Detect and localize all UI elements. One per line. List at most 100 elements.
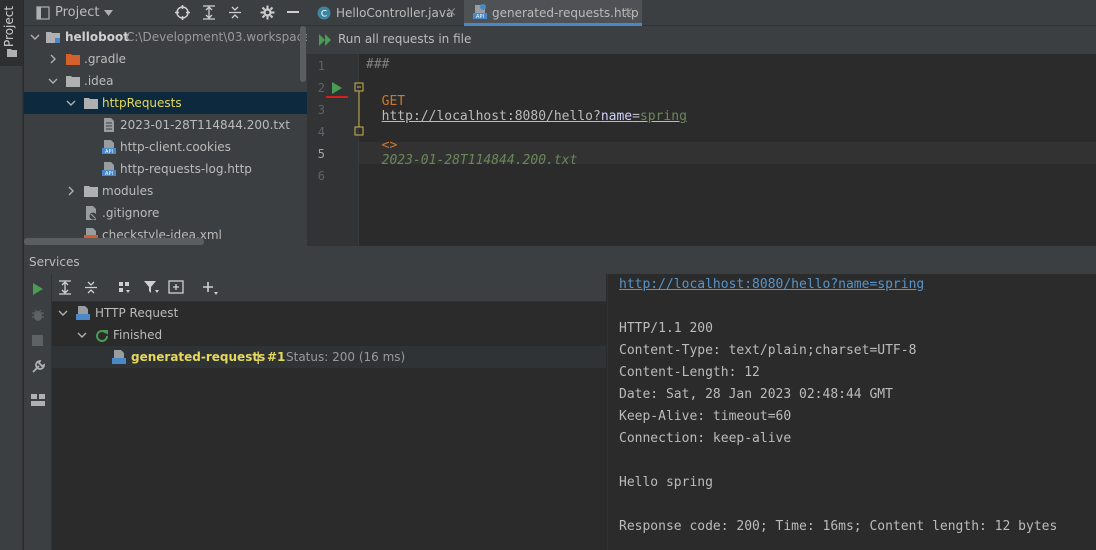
request-url[interactable]: http://localhost:8080/hello?name=spring xyxy=(382,109,687,124)
collapse-all-icon[interactable] xyxy=(84,280,98,295)
left-tool-strip xyxy=(0,0,23,550)
run-request-icon[interactable] xyxy=(331,82,343,94)
wrench-icon[interactable] xyxy=(31,360,45,374)
project-tool-window-tab[interactable]: Project xyxy=(0,0,23,66)
response-line: Date: Sat, 28 Jan 2023 02:48:44 GMT xyxy=(619,387,893,402)
svg-text:API: API xyxy=(105,171,113,176)
run-all-label: Run all requests in file xyxy=(338,32,472,46)
response-line: HTTP/1.1 200 xyxy=(619,321,713,336)
chevron-down-icon[interactable] xyxy=(30,32,40,42)
api-file-icon: API xyxy=(102,162,116,176)
new-tab-icon[interactable] xyxy=(168,280,184,295)
text-file-icon xyxy=(104,118,114,132)
filter-icon[interactable] xyxy=(144,280,159,295)
http-method: GET xyxy=(381,94,406,109)
param-value: spring xyxy=(639,109,687,124)
response-marker: <> xyxy=(381,138,398,153)
service-finished-group[interactable]: Finished xyxy=(52,324,606,346)
line-number: 4 xyxy=(317,125,325,139)
response-line: Content-Length: 12 xyxy=(619,365,760,380)
chevron-down-icon[interactable] xyxy=(66,98,76,108)
module-folder-icon xyxy=(46,32,60,43)
service-item-name: generated-requests xyxy=(131,350,266,364)
collapse-all-icon[interactable] xyxy=(228,5,242,20)
service-item-status: Status: 200 (16 ms) xyxy=(286,350,406,364)
tree-item-response-file[interactable]: 2023-01-28T114844.200.txt xyxy=(24,114,307,136)
url-base: http://localhost:8080/hello? xyxy=(381,109,601,124)
chevron-right-icon[interactable] xyxy=(48,54,58,64)
horizontal-scrollbar[interactable] xyxy=(24,238,204,245)
tree-item-requests-log[interactable]: API http-requests-log.http xyxy=(24,158,307,180)
gear-icon[interactable] xyxy=(260,5,275,20)
project-view-title[interactable]: Project xyxy=(55,5,99,20)
stop-icon[interactable] xyxy=(32,335,43,346)
tree-item-cookies[interactable]: API http-client.cookies xyxy=(24,136,307,158)
tree-item-label: http-client.cookies xyxy=(120,140,231,154)
response-line: Connection: keep-alive xyxy=(619,431,792,446)
services-title: Services xyxy=(29,255,80,269)
folder-icon xyxy=(84,98,98,109)
debug-icon[interactable] xyxy=(31,308,45,322)
service-label: HTTP Request xyxy=(95,306,179,320)
tree-item-label: .idea xyxy=(84,74,114,88)
tab-hello-controller[interactable]: C HelloController.java × xyxy=(307,0,463,26)
line-number: 1 xyxy=(317,59,325,73)
service-http-request[interactable]: HTTP Request xyxy=(52,302,606,324)
response-reference-line[interactable]: <> 2023-01-28T114844.200.txt xyxy=(366,123,578,168)
close-icon[interactable]: × xyxy=(446,0,457,26)
tab-label: HelloController.java xyxy=(336,6,454,20)
folder-icon xyxy=(7,49,17,57)
chevron-down-icon[interactable] xyxy=(77,330,87,340)
api-file-icon xyxy=(112,350,126,364)
tree-item-idea[interactable]: .idea xyxy=(24,70,307,92)
tree-item-httprequests[interactable]: httpRequests xyxy=(24,92,307,114)
response-url-link[interactable]: http://localhost:8080/hello?name=spring xyxy=(619,277,924,292)
tab-generated-requests[interactable]: API generated-requests.http × xyxy=(464,0,642,26)
project-header: Project xyxy=(24,0,307,26)
service-label: Finished xyxy=(113,328,163,342)
tree-item-helloboot[interactable]: helloboot C:\Development\03.workspace_ xyxy=(24,26,307,48)
chevron-right-icon[interactable] xyxy=(66,186,76,196)
tree-item-label: .gitignore xyxy=(102,206,160,220)
expand-all-icon[interactable] xyxy=(202,5,216,20)
tree-item-label: 2023-01-28T114844.200.txt xyxy=(120,118,290,132)
line-number: 3 xyxy=(317,103,325,117)
chevron-down-icon[interactable] xyxy=(104,10,113,16)
hide-panel-icon[interactable] xyxy=(287,11,299,14)
run-all-icon xyxy=(319,34,331,46)
request-separator: ### xyxy=(366,57,390,72)
project-tool-window-label: Project xyxy=(2,5,16,47)
tree-item-label: modules xyxy=(102,184,154,198)
api-file-icon xyxy=(76,306,90,320)
add-service-icon[interactable] xyxy=(202,281,218,296)
response-body: Hello spring xyxy=(619,475,713,490)
services-header: Services xyxy=(24,250,1096,274)
run-all-requests-button[interactable]: Run all requests in file xyxy=(317,32,477,50)
chevron-down-icon[interactable] xyxy=(48,76,58,86)
api-file-icon: API xyxy=(473,4,487,20)
expand-all-icon[interactable] xyxy=(58,280,72,295)
run-icon[interactable] xyxy=(32,283,44,295)
close-icon[interactable]: × xyxy=(623,0,634,26)
layout-icon[interactable] xyxy=(31,394,45,406)
fold-bracket-icon[interactable] xyxy=(354,82,364,136)
tree-item-modules[interactable]: modules xyxy=(24,180,307,202)
group-by-icon[interactable] xyxy=(118,281,132,295)
gitignore-file-icon xyxy=(86,206,97,220)
services-toolbar xyxy=(52,274,606,302)
folder-icon xyxy=(84,186,98,197)
tree-item-gitignore[interactable]: .gitignore xyxy=(24,202,307,224)
response-line: Content-Type: text/plain;charset=UTF-8 xyxy=(619,343,917,358)
request-line[interactable]: GET http://localhost:8080/hello?name=spr… xyxy=(366,79,687,124)
svg-text:API: API xyxy=(105,149,113,154)
service-item-number: #1 xyxy=(267,350,286,364)
http-run-toolbar: Run all requests in file xyxy=(307,26,1096,54)
breakpoint-underline xyxy=(326,96,348,98)
vertical-scrollbar[interactable] xyxy=(300,26,306,82)
locate-icon[interactable] xyxy=(175,5,190,20)
chevron-down-icon[interactable] xyxy=(58,308,68,318)
service-generated-requests[interactable]: generated-requests | #1 Status: 200 (16 … xyxy=(52,346,606,368)
response-file-link[interactable]: 2023-01-28T114844.200.txt xyxy=(382,153,578,168)
tree-item-gradle[interactable]: .gradle xyxy=(24,48,307,70)
svg-text:C: C xyxy=(321,10,327,20)
